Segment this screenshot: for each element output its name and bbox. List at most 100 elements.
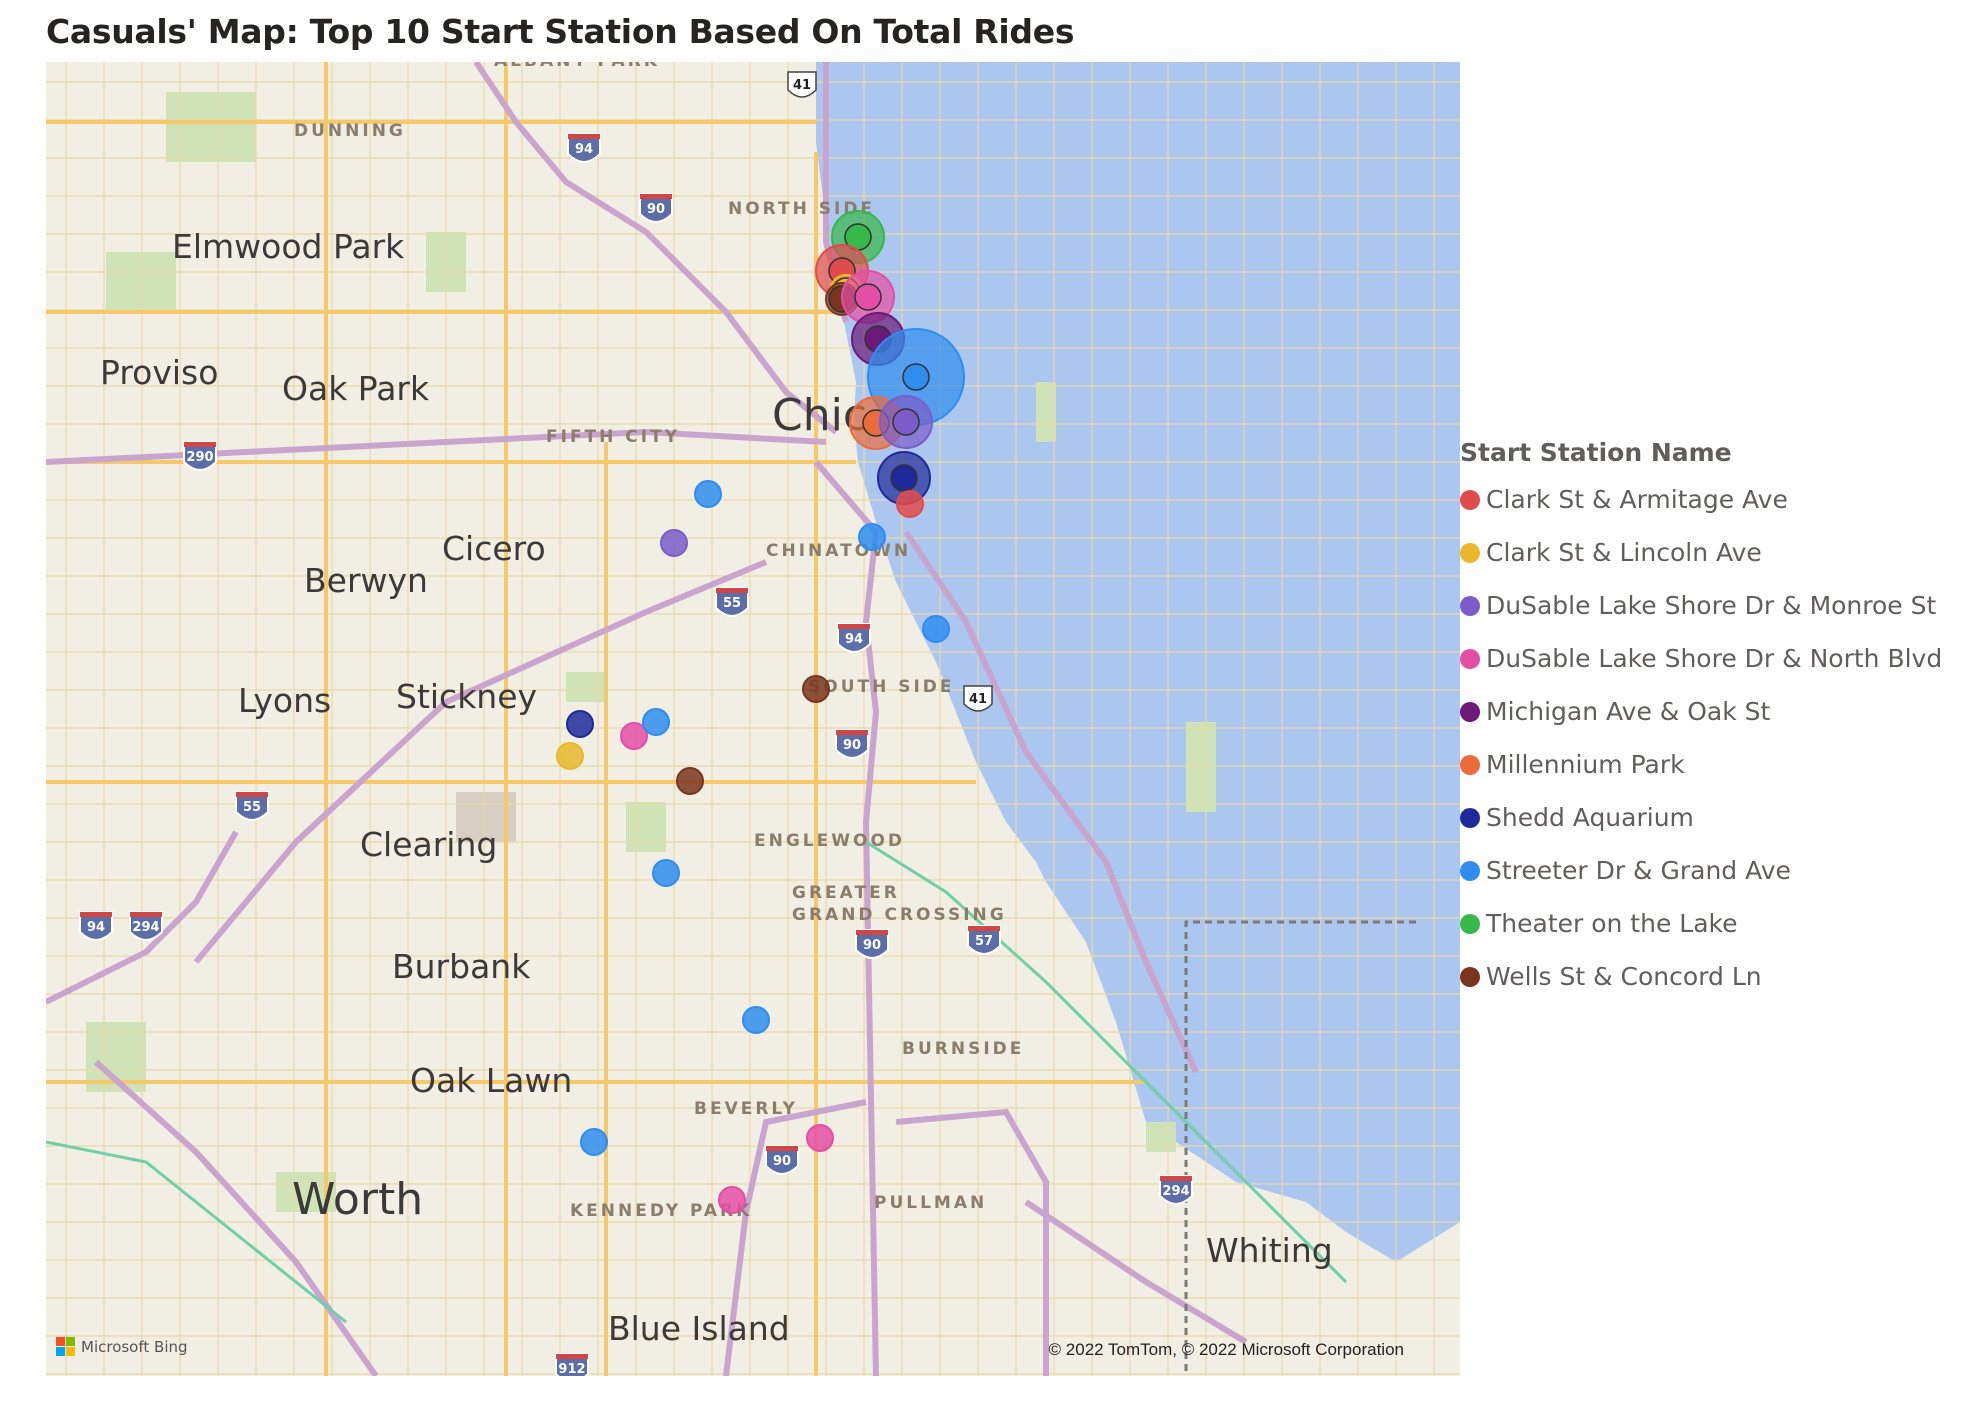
us-route-number: 41 [969, 692, 987, 707]
station-point[interactable] [660, 529, 688, 557]
map-surface[interactable]: ALBANY PARKDUNNINGNORTH SIDEFIFTH CITYCH… [46, 62, 1460, 1376]
place-label: Whiting [1206, 1231, 1333, 1270]
district-label: SOUTH SIDE [808, 677, 955, 697]
place-label: Stickney [396, 677, 537, 716]
district-label: GREATER [792, 883, 900, 903]
legend-item[interactable]: Clark St & Armitage Ave [1460, 473, 1965, 526]
legend-swatch [1460, 489, 1480, 510]
interstate-shield-icon: 94 [79, 911, 113, 941]
shield-number: 90 [773, 1154, 791, 1169]
legend-label: Millennium Park [1486, 750, 1685, 779]
place-label: Worth [292, 1174, 423, 1225]
legend-item[interactable]: Michigan Ave & Oak St [1460, 685, 1965, 738]
place-label: Elmwood Park [172, 227, 405, 266]
interstate-shield-icon: 55 [235, 791, 269, 821]
legend-label: Clark St & Armitage Ave [1486, 485, 1788, 514]
legend-item[interactable]: Streeter Dr & Grand Ave [1460, 844, 1965, 897]
legend-item[interactable]: Shedd Aquarium [1460, 791, 1965, 844]
shield-number: 294 [132, 920, 159, 935]
district-label: CHINATOWN [766, 541, 911, 561]
station-point[interactable] [806, 1124, 834, 1152]
place-label: Berwyn [304, 561, 428, 600]
legend-swatch [1460, 913, 1480, 934]
station-point[interactable] [718, 1186, 746, 1214]
station-point-core[interactable] [902, 363, 930, 391]
shield-number: 94 [87, 920, 105, 935]
station-point[interactable] [858, 523, 886, 551]
bing-provider-label: Microsoft Bing [81, 1337, 188, 1356]
legend-label: Clark St & Lincoln Ave [1486, 538, 1762, 567]
legend-label: Michigan Ave & Oak St [1486, 697, 1771, 726]
place-label: Burbank [392, 947, 531, 986]
place-label: Oak Park [282, 369, 430, 408]
station-point-core[interactable] [892, 408, 920, 436]
legend-label: Shedd Aquarium [1486, 803, 1694, 832]
station-point-core[interactable] [890, 464, 918, 492]
legend-item[interactable]: Clark St & Lincoln Ave [1460, 526, 1965, 579]
legend-swatch [1460, 966, 1480, 987]
place-label: Clearing [360, 825, 497, 864]
station-point-core[interactable] [854, 283, 882, 311]
district-label: BEVERLY [694, 1099, 798, 1119]
legend-item[interactable]: Theater on the Lake [1460, 897, 1965, 950]
station-point[interactable] [566, 710, 594, 738]
interstate-shield-icon: 294 [129, 911, 163, 941]
interstate-shield-icon: 90 [765, 1145, 799, 1175]
interstate-shield-icon: 94 [837, 623, 871, 653]
legend-label: Theater on the Lake [1486, 909, 1738, 938]
legend-swatch [1460, 754, 1480, 775]
legend-item[interactable]: Wells St & Concord Ln [1460, 950, 1965, 1003]
interstate-shield-icon: 294 [1159, 1175, 1193, 1205]
chart-title: Casuals' Map: Top 10 Start Station Based… [46, 12, 1075, 51]
legend-swatch [1460, 807, 1480, 828]
station-point[interactable] [896, 490, 924, 518]
interstate-shield-icon: 90 [855, 929, 889, 959]
legend-label: DuSable Lake Shore Dr & Monroe St [1486, 591, 1937, 620]
legend-label: DuSable Lake Shore Dr & North Blvd [1486, 644, 1943, 673]
legend-label: Streeter Dr & Grand Ave [1486, 856, 1791, 885]
interstate-shield-icon: 90 [639, 193, 673, 223]
station-point[interactable] [580, 1128, 608, 1156]
bing-logo: Microsoft Bing [56, 1337, 188, 1356]
legend-swatch [1460, 542, 1480, 563]
station-point[interactable] [694, 480, 722, 508]
district-label: BURNSIDE [902, 1039, 1024, 1059]
district-label: PULLMAN [874, 1193, 987, 1213]
station-point[interactable] [642, 708, 670, 736]
legend-items: Clark St & Armitage Ave Clark St & Lincol… [1460, 473, 1965, 1003]
shield-number: 90 [647, 202, 665, 217]
map-canvas[interactable]: ALBANY PARKDUNNINGNORTH SIDEFIFTH CITYCH… [46, 62, 1460, 1376]
station-point[interactable] [652, 859, 680, 887]
legend-swatch [1460, 595, 1480, 616]
place-label: Oak Lawn [410, 1061, 572, 1100]
shield-number: 290 [186, 450, 213, 465]
interstate-shield-icon: 57 [967, 925, 1001, 955]
legend: Start Station Name Clark St & Armitage A… [1460, 438, 1965, 1003]
legend-item[interactable]: DuSable Lake Shore Dr & Monroe St [1460, 579, 1965, 632]
us-route-shield-icon: 41 [787, 71, 817, 98]
shield-number: 912 [558, 1362, 585, 1376]
place-label: Blue Island [608, 1309, 790, 1348]
station-point[interactable] [922, 615, 950, 643]
legend-item[interactable]: Millennium Park [1460, 738, 1965, 791]
interstate-shield-icon: 290 [183, 441, 217, 471]
station-point[interactable] [742, 1006, 770, 1034]
microsoft-logo-icon [56, 1337, 75, 1356]
us-route-shield-icon: 41 [963, 685, 993, 712]
legend-item[interactable]: DuSable Lake Shore Dr & North Blvd [1460, 632, 1965, 685]
place-label: Cicero [442, 529, 546, 568]
station-point[interactable] [676, 767, 704, 795]
legend-swatch [1460, 648, 1480, 669]
station-point[interactable] [556, 742, 584, 770]
shield-number: 90 [863, 938, 881, 953]
station-point[interactable] [802, 675, 830, 703]
interstate-shield-icon: 55 [715, 587, 749, 617]
interstate-shield-icon: 90 [835, 729, 869, 759]
shield-number: 90 [843, 738, 861, 753]
district-label: FIFTH CITY [546, 427, 680, 447]
shield-number: 94 [575, 142, 593, 157]
district-label: ENGLEWOOD [754, 831, 905, 851]
district-label: DUNNING [294, 121, 406, 141]
interstate-shield-icon: 94 [567, 133, 601, 163]
shield-number: 57 [975, 934, 993, 949]
